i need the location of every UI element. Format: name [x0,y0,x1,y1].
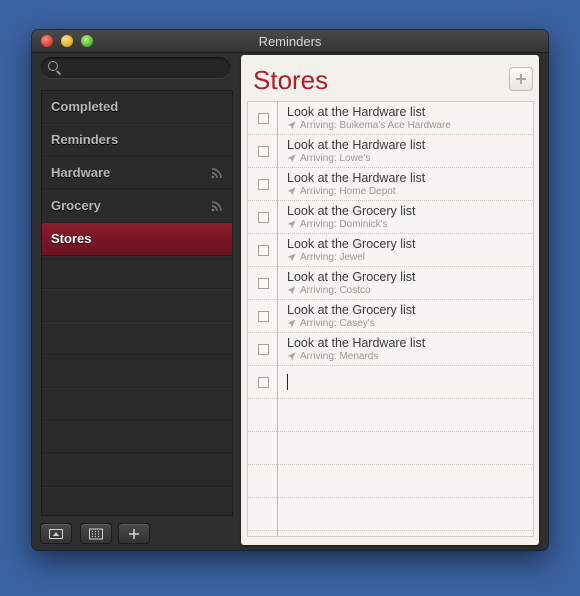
sidebar-item-grocery[interactable]: Grocery [42,190,232,223]
sidebar-item-label: Hardware [51,165,111,180]
complete-checkbox[interactable] [258,113,269,124]
add-reminder-button[interactable] [509,67,533,91]
reminder-location: Arriving: Buikema's Ace Hardware [300,120,451,131]
location-arrow-icon [287,187,296,196]
complete-checkbox[interactable] [258,344,269,355]
sidebar-empty-row [42,322,232,355]
reminder-list-page: Stores Look at the Hardware list Arrivin… [241,55,539,545]
location-arrow-icon [287,121,296,130]
reminder-title[interactable]: Look at the Grocery list [287,204,416,218]
reminder-location: Arriving: Costco [300,285,371,296]
reminder-location: Arriving: Menards [300,351,379,362]
shared-list-icon [211,201,222,212]
plus-icon [129,528,139,539]
complete-checkbox[interactable] [258,212,269,223]
empty-row[interactable] [248,498,533,531]
sidebar-item-hardware[interactable]: Hardware [42,157,232,190]
new-reminder-row[interactable] [248,366,533,399]
complete-checkbox[interactable] [258,311,269,322]
location-arrow-icon [287,319,296,328]
sidebar-item-reminders[interactable]: Reminders [42,124,232,157]
reminder-title[interactable]: Look at the Hardware list [287,105,425,119]
sidebar-item-label: Grocery [51,198,101,213]
list-item[interactable]: Look at the Hardware list Arriving: Buik… [248,102,533,135]
sidebar-item-completed[interactable]: Completed [42,91,232,124]
reminder-title[interactable]: Look at the Hardware list [287,138,425,152]
sidebar-item-stores[interactable]: Stores [42,223,232,256]
reminders-window: Reminders Completed Reminders Hardware G… [32,30,548,550]
search-icon [48,61,58,71]
complete-checkbox[interactable] [258,278,269,289]
list-item[interactable]: Look at the Hardware list Arriving: Home… [248,168,533,201]
reminder-title[interactable]: Look at the Grocery list [287,237,416,251]
complete-checkbox[interactable] [258,179,269,190]
sidebar-empty-row [42,355,232,388]
location-arrow-icon [287,253,296,262]
complete-checkbox[interactable] [258,146,269,157]
reminder-location: Arriving: Dominick's [300,219,388,230]
sidebar-item-label: Completed [51,99,119,114]
title-bar[interactable]: Reminders [32,30,548,53]
location-arrow-icon [287,220,296,229]
sidebar-empty-row [42,388,232,421]
list-item[interactable]: Look at the Grocery list Arriving: Casey… [248,300,533,333]
list-item[interactable]: Look at the Hardware list Arriving: Mena… [248,333,533,366]
empty-row[interactable] [248,399,533,432]
sidebar-toggle-icon [49,528,63,539]
search-field[interactable] [41,57,230,78]
sidebar-empty-row [42,256,232,289]
reminder-location: Arriving: Home Depot [300,186,396,197]
list-item[interactable]: Look at the Grocery list Arriving: Domin… [248,201,533,234]
reminder-title[interactable]: Look at the Hardware list [287,336,425,350]
list-item[interactable]: Look at the Hardware list Arriving: Lowe… [248,135,533,168]
sidebar-empty-row [42,421,232,454]
list-title: Stores [253,65,329,95]
sidebar-empty-row [42,454,232,487]
location-arrow-icon [287,154,296,163]
sidebar: Completed Reminders Hardware Grocery Sto… [41,90,233,516]
reminder-title[interactable]: Look at the Hardware list [287,171,425,185]
location-arrow-icon [287,286,296,295]
sidebar-item-label: Stores [51,231,92,246]
reminder-location: Arriving: Casey's [300,318,375,329]
reminder-title[interactable]: Look at the Grocery list [287,303,416,317]
text-cursor [287,374,288,390]
list-item[interactable]: Look at the Grocery list Arriving: Jewel [248,234,533,267]
sidebar-item-label: Reminders [51,132,119,147]
reminder-title[interactable]: Look at the Grocery list [287,270,416,284]
shared-list-icon [211,168,222,179]
reminders-list: Look at the Hardware list Arriving: Buik… [247,101,534,537]
empty-row[interactable] [248,465,533,498]
reminder-location: Arriving: Lowe's [300,153,371,164]
search-input[interactable] [63,59,227,77]
calendar-icon [89,528,103,539]
reminder-location: Arriving: Jewel [300,252,366,263]
complete-checkbox[interactable] [258,245,269,256]
sidebar-empty-row [42,289,232,322]
list-item[interactable]: Look at the Grocery list Arriving: Costc… [248,267,533,300]
location-arrow-icon [287,352,296,361]
complete-checkbox[interactable] [258,377,269,388]
show-calendar-button[interactable] [80,523,112,544]
window-title: Reminders [258,34,322,49]
add-list-button[interactable] [118,523,150,544]
show-hide-sidebar-button[interactable] [40,523,72,544]
empty-row[interactable] [248,432,533,465]
